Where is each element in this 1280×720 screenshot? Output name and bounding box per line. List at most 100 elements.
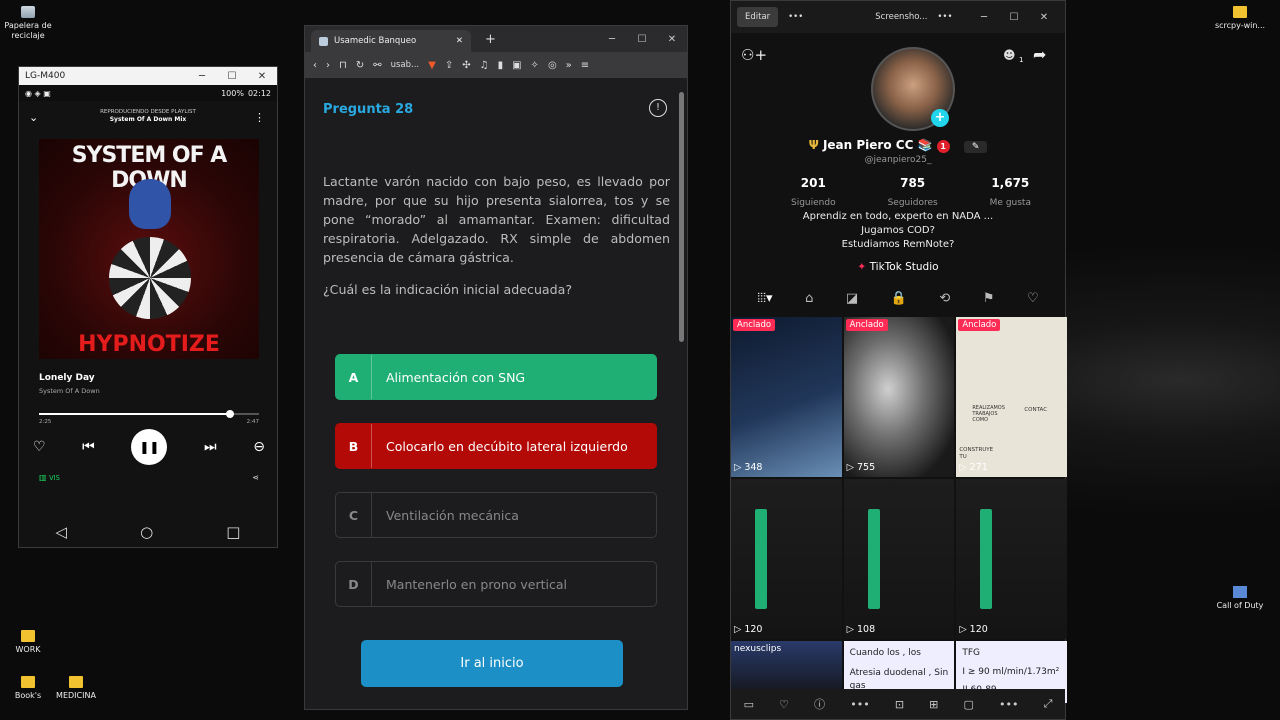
avatar-badge-icon[interactable]: ☻ [1003, 48, 1016, 62]
wallet-icon[interactable]: ▣ [512, 60, 521, 71]
minimize-icon[interactable]: ─ [597, 34, 627, 45]
url-field[interactable]: usab... [391, 60, 420, 70]
extensions-icon[interactable]: ✣ [462, 60, 470, 71]
favorites-tab-icon[interactable]: ⚑ [983, 291, 995, 306]
option-text: Colocarlo en decúbito lateral izquierdo [386, 438, 628, 454]
more-icon[interactable]: ••• [788, 12, 803, 22]
forward-arrow-icon[interactable]: › [326, 60, 330, 71]
option-c[interactable]: C Ventilación mecánica [335, 492, 657, 538]
liked-tab-icon[interactable]: ♡ [1027, 291, 1039, 306]
reposts-tab-icon[interactable]: ⟲ [939, 291, 950, 306]
connect-device-icon[interactable]: ▥ VIS [39, 473, 60, 482]
next-track-icon[interactable]: ⏭ [204, 439, 217, 455]
new-tab-icon[interactable]: + [485, 32, 496, 47]
tiktok-studio-link[interactable]: ✦ TikTok Studio [731, 261, 1065, 273]
pause-button[interactable]: ❚❚ [131, 429, 168, 465]
likes-stat[interactable]: 1,675 Me gusta [990, 176, 1031, 209]
minimize-icon[interactable]: ─ [969, 12, 999, 23]
add-friend-icon[interactable]: ⚇+ [741, 46, 767, 64]
phone-footer: ▥ VIS ⋖ [39, 473, 259, 482]
minimize-icon[interactable]: ─ [187, 71, 217, 82]
window-controls: ─ ☐ ✕ [969, 12, 1059, 23]
reload-icon[interactable]: ↻ [356, 60, 364, 71]
work-folder-desktop-icon[interactable]: WORK [0, 630, 56, 655]
sidebar-icon[interactable]: ▮ [498, 60, 504, 71]
crop-icon[interactable]: ⊡ [895, 698, 904, 711]
back-icon[interactable]: ◁ [56, 523, 68, 541]
badge-count: 1 [936, 140, 950, 153]
videos-tab-icon[interactable]: ⦙⦙⦙▾ [757, 291, 772, 306]
call-of-duty-desktop-icon[interactable]: Call of Duty [1212, 586, 1268, 611]
share-icon[interactable]: ⇪ [445, 60, 453, 71]
close-icon[interactable]: ✕ [1029, 12, 1059, 23]
maximize-icon[interactable]: ☐ [217, 71, 247, 82]
cast-icon[interactable]: ▭ [744, 698, 754, 711]
tab-usamedic[interactable]: Usamedic Banqueo ✕ [311, 30, 471, 52]
share-icon[interactable]: ➦ [1033, 45, 1046, 64]
select-icon[interactable]: ⊞ [929, 698, 938, 711]
close-icon[interactable]: ✕ [657, 34, 687, 45]
site-info-icon[interactable]: ⚯ [373, 60, 381, 71]
more-icon[interactable]: ••• [850, 698, 869, 711]
profile-handle: @jeanpiero25_ [864, 155, 932, 165]
music-icon[interactable]: ♫ [480, 60, 489, 71]
elapsed-time: 2:25 [39, 419, 52, 425]
share-icon[interactable]: ⋖ [252, 473, 259, 482]
album-wheel-art [109, 237, 191, 319]
menu-icon[interactable]: ≡ [581, 60, 589, 71]
scrcpy-desktop-icon[interactable]: scrcpy-win... [1212, 6, 1268, 31]
info-icon[interactable]: ⓘ [814, 696, 825, 712]
previous-track-icon[interactable]: ⏮ [82, 439, 95, 455]
video-thumbnail[interactable]: ▷ 120 [956, 479, 1067, 639]
scrollbar[interactable] [679, 92, 684, 342]
pinned-badge: Anclado [958, 319, 1001, 331]
info-icon[interactable]: ! [649, 99, 667, 117]
folder-icon [69, 676, 83, 688]
edit-profile-icon[interactable]: ✎ [963, 141, 988, 153]
album-title-text: HYPNOTIZE [78, 332, 220, 357]
option-letter: D [336, 562, 372, 606]
medicina-folder-desktop-icon[interactable]: MEDICINA [48, 676, 104, 701]
recents-icon[interactable]: □ [226, 523, 240, 541]
video-thumbnail[interactable]: ▷ 108 [843, 479, 955, 639]
video-thumbnail[interactable]: Anclado REALIZAMOS TRABAJOS COMO CONTAC … [956, 317, 1067, 477]
home-icon[interactable]: ○ [140, 523, 153, 541]
maximize-icon[interactable]: ☐ [999, 12, 1029, 23]
private-tab-icon[interactable]: 🔒 [891, 291, 907, 306]
game-icon [1233, 586, 1247, 598]
option-text: Ventilación mecánica [386, 507, 519, 523]
progress-knob[interactable] [226, 410, 235, 418]
followers-stat[interactable]: 785 Seguidores [888, 176, 938, 209]
more-icon[interactable]: ••• [999, 698, 1018, 711]
heart-icon[interactable]: ♡ [779, 698, 789, 711]
add-story-icon[interactable]: + [931, 109, 949, 127]
option-a[interactable]: A Alimentación con SNG [335, 354, 657, 400]
more-icon[interactable]: ••• [937, 12, 952, 22]
back-arrow-icon[interactable]: ‹ [313, 60, 317, 71]
battery-level: 100% [221, 88, 244, 98]
minus-circle-icon[interactable]: ⊖ [253, 439, 265, 455]
option-d[interactable]: D Mantenerlo en prono vertical [335, 561, 657, 607]
edit-button[interactable]: Editar [737, 7, 779, 27]
vpn-icon[interactable]: ◎ [548, 60, 557, 71]
brave-shield-icon[interactable]: ▼ [428, 60, 436, 71]
video-thumbnail[interactable]: Anclado ▷ 755 [843, 317, 955, 477]
option-b[interactable]: B Colocarlo en decúbito lateral izquierdo [335, 423, 657, 469]
go-home-button[interactable]: Ir al inicio [361, 640, 623, 687]
video-thumbnail[interactable]: Anclado ▷ 348 [731, 317, 842, 477]
shop-tab-icon[interactable]: ⌂ [805, 291, 813, 306]
close-tab-icon[interactable]: ✕ [456, 36, 463, 46]
progress-fill [39, 413, 231, 415]
heart-icon[interactable]: ♡ [33, 439, 46, 455]
ai-icon[interactable]: ✧ [531, 60, 539, 71]
bookmark-icon[interactable]: ⊓ [339, 60, 347, 71]
window-icon[interactable]: ▢ [964, 698, 974, 711]
maximize-icon[interactable]: ☐ [627, 34, 657, 45]
close-icon[interactable]: ✕ [247, 71, 277, 82]
following-stat[interactable]: 201 Siguiendo [791, 176, 836, 209]
stickers-tab-icon[interactable]: ◪ [846, 291, 858, 306]
recycle-bin-desktop-icon[interactable]: Papelera de reciclaje [0, 6, 56, 40]
video-thumbnail[interactable]: ▷ 120 [731, 479, 842, 639]
more-tools-icon[interactable]: » [566, 60, 572, 71]
expand-icon[interactable]: ⤢ [1044, 697, 1053, 711]
